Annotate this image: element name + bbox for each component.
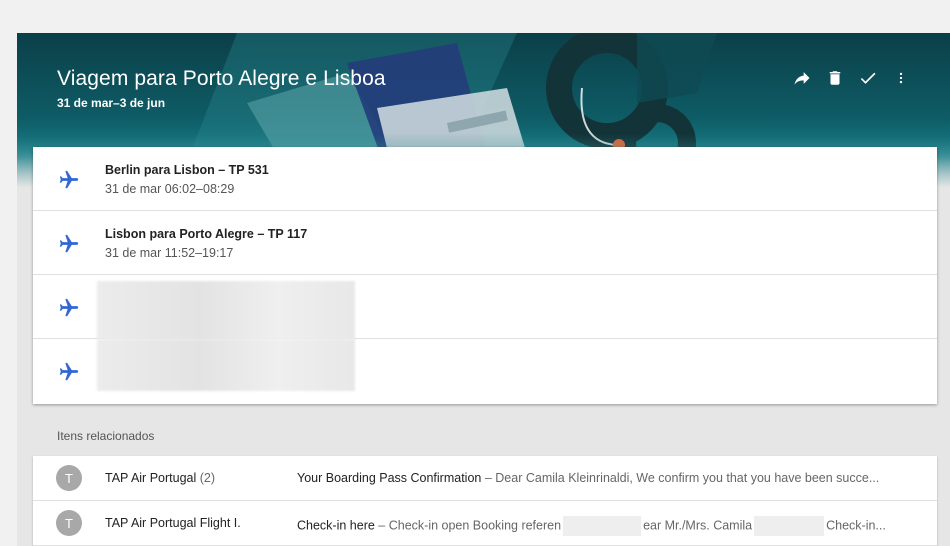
share-button[interactable] <box>791 67 813 89</box>
avatar: T <box>56 510 82 536</box>
done-button[interactable] <box>857 67 879 89</box>
airplane-icon <box>59 170 79 189</box>
email-row[interactable]: T TAP Air Portugal (2) Your Boarding Pas… <box>33 456 937 501</box>
email-snippet: – Dear Camila Kleinrinaldi, We confirm y… <box>481 471 880 485</box>
trip-title: Viagem para Porto Alegre e Lisboa <box>57 67 386 90</box>
email-sender: TAP Air Portugal (2) <box>105 471 215 485</box>
flight-row[interactable] <box>33 275 937 339</box>
related-items-heading: Itens relacionados <box>57 429 155 443</box>
more-options-button[interactable] <box>890 67 912 89</box>
email-message: Check-in here – Check-in open Booking re… <box>297 516 917 536</box>
trip-dates: 31 de mar–3 de jun <box>57 96 166 110</box>
flight-name: Berlin para Lisbon – TP 531 <box>105 163 269 177</box>
airplane-icon <box>59 298 79 317</box>
email-snippet: – Check-in open Booking referen <box>374 518 562 533</box>
avatar: T <box>56 465 82 491</box>
redacted-flight-info <box>97 339 355 391</box>
trip-actions-toolbar <box>791 67 912 89</box>
related-emails-list: T TAP Air Portugal (2) Your Boarding Pas… <box>33 456 937 546</box>
flight-row[interactable]: Lisbon para Porto Alegre – TP 117 31 de … <box>33 211 937 275</box>
sender-name: TAP Air Portugal Flight I. <box>105 516 241 530</box>
email-row[interactable]: T TAP Air Portugal Flight I. Check-in he… <box>33 501 937 546</box>
redacted-text <box>563 516 642 536</box>
check-icon <box>860 72 876 84</box>
email-snippet: Check-in... <box>826 518 886 533</box>
flight-row[interactable] <box>33 339 937 403</box>
share-icon <box>794 72 810 85</box>
email-subject: Check-in here <box>297 518 375 533</box>
airplane-icon <box>59 234 79 253</box>
sender-name: TAP Air Portugal <box>105 471 197 485</box>
email-sender: TAP Air Portugal Flight I. <box>105 516 241 530</box>
more-vert-icon <box>899 72 903 84</box>
trash-icon <box>829 71 841 85</box>
airplane-icon <box>59 362 79 381</box>
flight-time: 31 de mar 06:02–08:29 <box>105 182 235 196</box>
email-snippet: ear Mr./Mrs. Camila <box>643 518 753 533</box>
flight-name: Lisbon para Porto Alegre – TP 117 <box>105 227 308 241</box>
redacted-flight-info <box>97 281 355 339</box>
flight-row[interactable]: Berlin para Lisbon – TP 531 31 de mar 06… <box>33 147 937 211</box>
thread-count: (2) <box>199 471 216 485</box>
flights-card: Berlin para Lisbon – TP 531 31 de mar 06… <box>33 147 937 404</box>
flight-time: 31 de mar 11:52–19:17 <box>105 246 234 260</box>
delete-button[interactable] <box>824 67 846 89</box>
email-message: Your Boarding Pass Confirmation – Dear C… <box>297 471 917 485</box>
email-subject: Your Boarding Pass Confirmation <box>297 471 482 485</box>
trip-panel: Viagem para Porto Alegre e Lisboa 31 de … <box>17 33 950 546</box>
redacted-text <box>754 516 825 536</box>
